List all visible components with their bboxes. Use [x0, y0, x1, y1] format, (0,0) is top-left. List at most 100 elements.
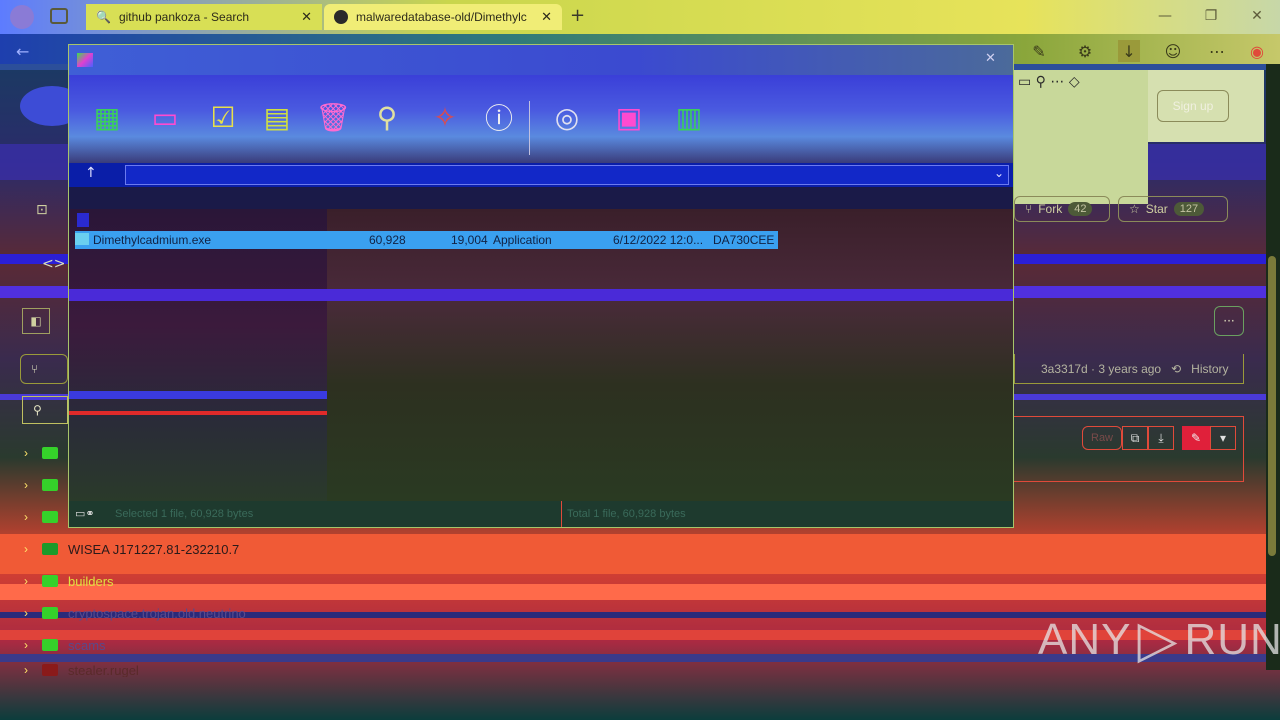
sign-up-button[interactable]: Sign up	[1157, 90, 1229, 122]
chevron-down-icon[interactable]: ▾	[1210, 426, 1236, 450]
find-icon[interactable]: ⚲	[367, 97, 407, 137]
chevron-right-icon: ›	[24, 510, 28, 524]
folder-icon	[42, 607, 58, 619]
up-arrow-icon[interactable]: ↑	[85, 165, 97, 181]
repo-icon: ⊡	[36, 202, 48, 218]
search-files-input[interactable]: ⚲	[22, 396, 68, 424]
close-window-icon[interactable]: ✕	[985, 51, 996, 66]
tab-malwaredatabase[interactable]: malwaredatabase-old/Dimethylc ✕	[324, 4, 562, 30]
file-name: Dimethylcadmium.exe	[93, 233, 212, 247]
close-tab-icon[interactable]: ✕	[301, 9, 312, 25]
list-band	[69, 391, 327, 399]
edit-icon[interactable]: ✎	[1182, 426, 1210, 450]
watermark-text-left: ANY	[1038, 615, 1132, 664]
file-packed-size: 19,004	[451, 233, 488, 247]
list-band	[69, 411, 327, 415]
info-icon[interactable]: ⓘ	[479, 97, 519, 137]
parent-folder-icon[interactable]	[77, 213, 89, 227]
status-bar: ▭⚭ Selected 1 file, 60,928 bytes Total 1…	[69, 501, 1013, 527]
exe-file-icon	[75, 233, 89, 245]
search-icon: 🔍	[96, 10, 111, 24]
history-link[interactable]: History	[1191, 362, 1228, 376]
play-logo-icon: ▷	[1137, 611, 1179, 669]
virus-scan-icon[interactable]: ◎	[547, 97, 587, 137]
view-icon[interactable]: ▤	[257, 97, 297, 137]
chevron-right-icon: ›	[24, 638, 28, 652]
folder-icon	[42, 447, 58, 459]
list-band	[69, 289, 1013, 301]
toolbar-divider	[529, 101, 530, 155]
tree-item[interactable]: ›	[20, 471, 68, 499]
tree-label: builders	[68, 573, 114, 589]
extract-icon[interactable]: ▭	[145, 97, 185, 137]
settings-icon[interactable]: ⚙	[1074, 40, 1096, 62]
fork-button[interactable]: ⑂ Fork 42	[1014, 196, 1110, 222]
status-total: Total 1 file, 60,928 bytes	[567, 508, 686, 520]
side-panel-icon[interactable]: ◧	[22, 308, 50, 334]
window-titlebar[interactable]: ✕	[69, 45, 1013, 75]
wizard-icon[interactable]: ✧	[425, 97, 465, 137]
header-panel	[1014, 70, 1148, 204]
file-crc: DA730CEE	[713, 233, 775, 247]
folder-open-icon	[42, 543, 58, 555]
minimize-button[interactable]: —	[1142, 4, 1188, 28]
profile-avatar[interactable]	[10, 5, 34, 29]
status-selected: Selected 1 file, 60,928 bytes	[115, 508, 254, 520]
tree-item[interactable]: ›	[20, 503, 68, 531]
chevron-right-icon: ›	[24, 542, 28, 556]
commit-info: 3a3317d · 3 years ago	[1041, 361, 1162, 376]
tree-item[interactable]: › stealer.rugel	[20, 663, 139, 677]
tab-github-search[interactable]: 🔍 github pankoza - Search ✕	[86, 4, 322, 30]
file-size: 60,928	[369, 233, 406, 247]
back-icon[interactable]: ←	[16, 42, 29, 61]
extension-icon[interactable]: ✎	[1028, 40, 1050, 62]
tree-item[interactable]: › scams	[20, 631, 106, 659]
tree-label: WISEA J171227.81-232210.7	[68, 541, 240, 557]
close-tab-icon[interactable]: ✕	[541, 9, 552, 25]
menu-icon[interactable]: ⋯	[1206, 40, 1228, 62]
download-file-icon[interactable]: ⤓	[1148, 426, 1174, 450]
close-window-button[interactable]: ✕	[1234, 4, 1280, 28]
restore-button[interactable]: ❐	[1188, 4, 1234, 28]
star-button[interactable]: ☆ Star 127	[1118, 196, 1228, 222]
test-icon[interactable]: ☑	[203, 97, 243, 137]
tab-actions-icon[interactable]	[50, 8, 68, 24]
copy-icon[interactable]: ⧉	[1122, 426, 1148, 450]
download-icon[interactable]: ↓	[1118, 40, 1140, 62]
fork-icon: ⑂	[1025, 202, 1033, 216]
path-input[interactable]: ⌄	[125, 165, 1009, 185]
raw-button[interactable]: Raw	[1082, 426, 1122, 450]
folder-icon	[42, 479, 58, 491]
scrollbar-thumb[interactable]	[1268, 256, 1276, 556]
star-label: Star	[1145, 202, 1168, 216]
comment-icon[interactable]: ▣	[609, 97, 649, 137]
file-row[interactable]: Dimethylcadmium.exe 60,928 19,004 Applic…	[75, 231, 778, 249]
fork-label: Fork	[1038, 202, 1063, 216]
new-tab-button[interactable]: +	[570, 5, 585, 26]
add-icon[interactable]: ▦	[87, 97, 127, 137]
delete-icon[interactable]: 🗑	[313, 97, 353, 137]
branch-selector[interactable]: ⑂	[20, 354, 68, 384]
sfx-icon[interactable]: ▥	[669, 97, 709, 137]
toolbar-icon[interactable]: ▭ ⚲ ⋯ ◇	[1018, 74, 1080, 90]
browser-logo-icon: ◉	[1250, 41, 1264, 61]
commit-bar: 3a3317d · 3 years ago ⟲ History	[1014, 354, 1244, 384]
github-icon	[334, 10, 348, 24]
fork-count: 42	[1068, 202, 1093, 216]
chevron-right-icon: ›	[24, 574, 28, 588]
chevron-right-icon: ›	[24, 663, 28, 677]
tree-item[interactable]: › builders	[20, 567, 114, 595]
column-header[interactable]	[69, 187, 1013, 209]
chevron-down-icon[interactable]: ⌄	[994, 166, 1004, 180]
tree-item[interactable]: › WISEA J171227.81-232210.7	[20, 535, 239, 563]
folder-icon	[42, 639, 58, 651]
more-button[interactable]: ···	[1214, 306, 1244, 336]
tree-item[interactable]: ›	[20, 439, 68, 467]
file-type: Application	[493, 233, 552, 247]
code-icon[interactable]: <>	[42, 256, 65, 272]
profile-icon[interactable]: ☺	[1162, 40, 1184, 62]
app-icon	[77, 53, 93, 67]
star-icon: ☆	[1129, 202, 1140, 216]
tree-item[interactable]: › cryptospace.trojan.old.neutrino	[20, 599, 246, 627]
folder-icon	[42, 511, 58, 523]
